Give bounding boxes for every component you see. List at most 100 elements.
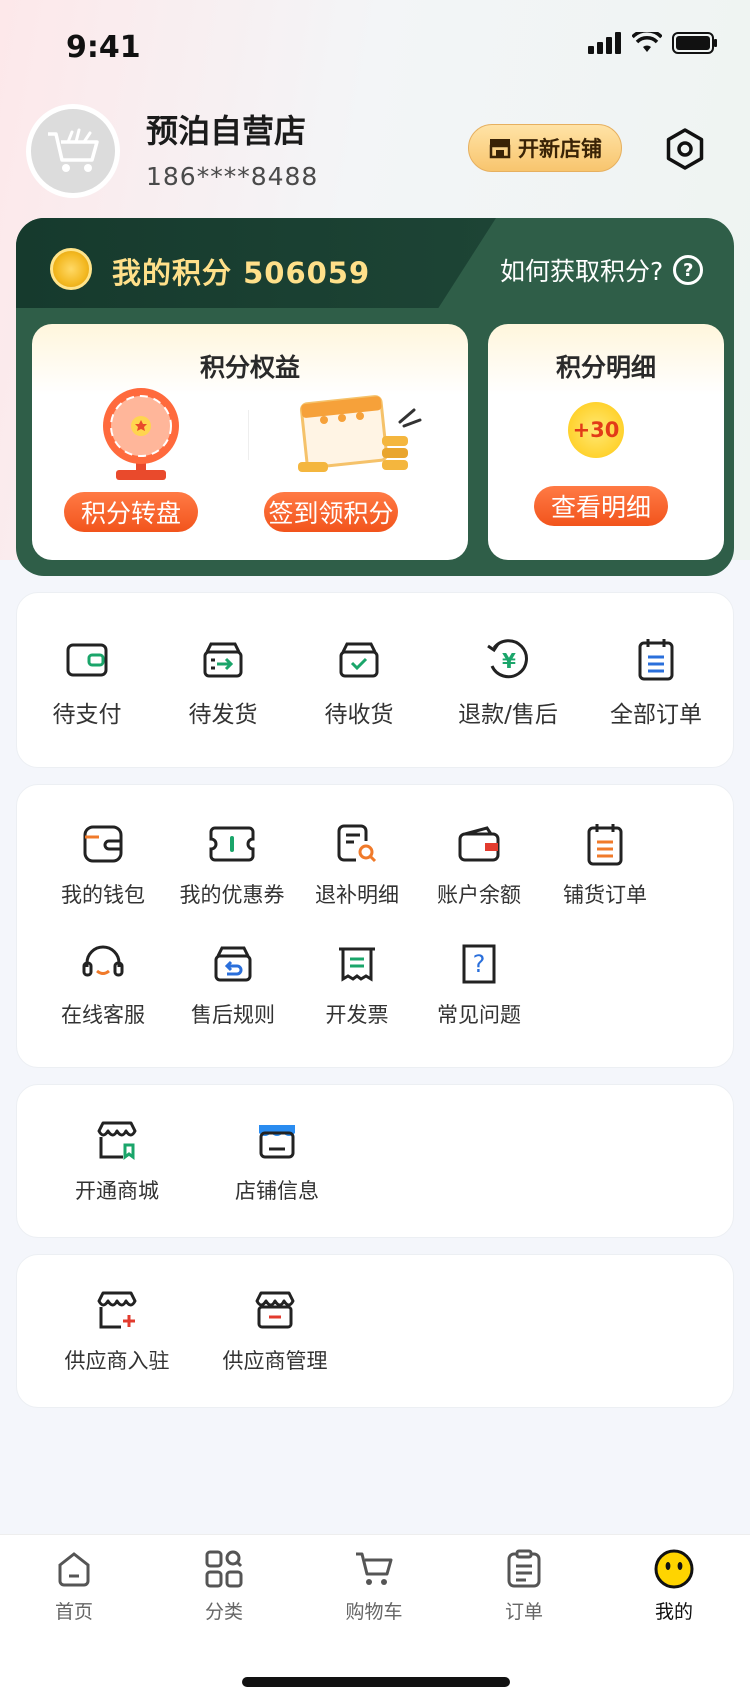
- refund-icon: ¥: [487, 639, 528, 679]
- service-faq[interactable]: ? 常见问题: [429, 939, 529, 1029]
- tab-home[interactable]: 首页: [24, 1549, 124, 1624]
- avatar[interactable]: [26, 104, 120, 198]
- service-my-coupons-label: 我的优惠券: [179, 883, 285, 907]
- order-icon: [507, 1549, 541, 1588]
- open-new-shop-label: 开新店铺: [518, 137, 602, 161]
- home-indicator: [242, 1677, 510, 1687]
- service-my-coupons[interactable]: 我的优惠券: [177, 819, 287, 909]
- supplier-manage[interactable]: 供应商管理: [213, 1285, 337, 1375]
- orders-panel: 待支付 待发货 待收货 ¥ 退款/售后 全部订单: [16, 592, 734, 768]
- tab-category[interactable]: 分类: [174, 1549, 274, 1624]
- status-time: 9:41: [66, 30, 141, 65]
- status-bar: 9:41: [0, 0, 750, 96]
- svg-text:¥: ¥: [502, 649, 516, 673]
- my-points-title: 我的积分 506059: [112, 256, 371, 290]
- store-manage-icon: [255, 1291, 295, 1329]
- store-info-label: 店铺信息: [235, 1179, 319, 1203]
- category-icon: [205, 1550, 243, 1588]
- order-list-icon: [587, 824, 623, 866]
- question-doc-icon: ?: [462, 944, 496, 984]
- service-my-wallet-label: 我的钱包: [61, 883, 145, 907]
- service-refund-details[interactable]: 退补明细: [307, 819, 407, 909]
- points-benefits-card: 积分权益 积分转盘 签到领积分: [32, 324, 468, 560]
- detail-title: 积分明细: [555, 353, 656, 382]
- order-pending-receipt[interactable]: 待收货: [311, 635, 407, 729]
- service-faq-label: 常见问题: [437, 1003, 521, 1027]
- settings-hexagon-icon: [666, 128, 704, 170]
- order-refund-aftersale-label: 退款/售后: [458, 702, 558, 728]
- services-panel: 我的钱包 我的优惠券 退补明细 账户余额 铺货订单 在线客服 售后规则 开发票 …: [16, 784, 734, 1068]
- service-refund-details-label: 退补明细: [315, 883, 399, 907]
- svg-text:?: ?: [473, 950, 486, 978]
- search-doc-icon: [337, 824, 377, 863]
- status-icons: [588, 32, 718, 54]
- tab-mine-label: 我的: [654, 1601, 693, 1623]
- view-detail-button[interactable]: 查看明细: [534, 486, 668, 526]
- service-issue-invoice[interactable]: 开发票: [307, 939, 407, 1029]
- service-issue-invoice-label: 开发票: [325, 1003, 389, 1027]
- settings-button[interactable]: [660, 124, 710, 174]
- phone-number: 186****8488: [146, 162, 319, 191]
- wallet-icon: [66, 643, 108, 677]
- points-plus-badge: +30: [568, 402, 624, 458]
- signin-points-button[interactable]: 签到领积分: [264, 492, 398, 532]
- mall-store-icon: [97, 1121, 137, 1160]
- battery-icon: [672, 32, 717, 54]
- order-pending-payment[interactable]: 待支付: [39, 635, 135, 729]
- balance-wallet-icon: [458, 826, 500, 862]
- ship-box-icon: [203, 642, 243, 678]
- return-box-icon: [214, 946, 252, 982]
- tab-orders[interactable]: 订单: [474, 1549, 574, 1624]
- store-add-icon: [97, 1291, 137, 1329]
- service-online-support-label: 在线客服: [61, 1003, 145, 1027]
- headset-icon: [82, 945, 124, 977]
- service-aftersale-rules-label: 售后规则: [191, 1003, 275, 1027]
- benefits-title: 积分权益: [199, 353, 300, 382]
- supplier-manage-label: 供应商管理: [222, 1349, 328, 1373]
- signal-icon: [588, 32, 621, 54]
- cart-icon: [356, 1552, 393, 1585]
- coupon-icon: [209, 826, 255, 862]
- points-wheel-button[interactable]: 积分转盘: [64, 492, 198, 532]
- service-account-balance[interactable]: 账户余额: [429, 819, 529, 909]
- home-icon: [58, 1552, 90, 1587]
- shop-name: 预泊自营店: [146, 112, 307, 150]
- calendar-coins-icon: [298, 395, 422, 472]
- service-my-wallet[interactable]: 我的钱包: [55, 819, 151, 909]
- wifi-icon: [632, 32, 662, 52]
- service-account-balance-label: 账户余额: [437, 883, 521, 907]
- tab-home-label: 首页: [54, 1601, 93, 1623]
- storefront-icon: [489, 139, 511, 159]
- store-open-mall[interactable]: 开通商城: [67, 1115, 167, 1205]
- order-pending-shipment-label: 待发货: [188, 702, 258, 728]
- wallet-icon: [83, 825, 123, 863]
- receive-box-icon: [339, 642, 379, 678]
- tab-mine[interactable]: 我的: [624, 1549, 724, 1624]
- shop-cart-avatar-icon: [48, 128, 99, 172]
- coin-icon: [50, 248, 92, 290]
- service-aftersale-rules[interactable]: 售后规则: [183, 939, 283, 1029]
- tab-cart-label: 购物车: [345, 1601, 403, 1623]
- points-detail-card: 积分明细 +30 查看明细: [488, 324, 724, 560]
- open-new-shop-button[interactable]: 开新店铺: [468, 124, 622, 172]
- clipboard-icon: [638, 639, 674, 681]
- order-pending-receipt-label: 待收货: [324, 702, 394, 728]
- prize-wheel-icon: [103, 388, 179, 480]
- order-all-orders[interactable]: 全部订单: [601, 635, 711, 729]
- supplier-join[interactable]: 供应商入驻: [55, 1285, 179, 1375]
- service-online-support[interactable]: 在线客服: [55, 939, 151, 1029]
- service-stock-orders[interactable]: 铺货订单: [551, 819, 659, 909]
- supplier-panel: 供应商入驻 供应商管理: [16, 1254, 734, 1408]
- invoice-icon: [339, 947, 375, 982]
- supplier-join-label: 供应商入驻: [64, 1349, 170, 1373]
- tab-cart[interactable]: 购物车: [324, 1549, 424, 1624]
- profile-header: 预泊自营店 186****8488 开新店铺: [0, 96, 750, 216]
- smiley-icon: [654, 1549, 694, 1589]
- how-to-get-points-label: 如何获取积分?: [500, 257, 664, 286]
- order-pending-shipment[interactable]: 待发货: [175, 635, 271, 729]
- store-open-mall-label: 开通商城: [75, 1179, 159, 1203]
- store-info[interactable]: 店铺信息: [227, 1115, 327, 1205]
- how-to-get-points-link[interactable]: 如何获取积分? ?: [500, 252, 704, 288]
- order-refund-aftersale[interactable]: ¥ 退款/售后: [443, 635, 573, 729]
- benefits-divider: [248, 410, 249, 460]
